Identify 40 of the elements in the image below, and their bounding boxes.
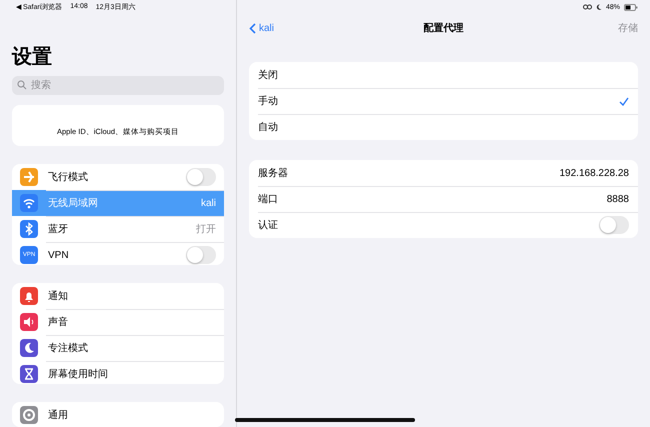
page-title: 配置代理	[424, 22, 464, 35]
option-label: 自动	[258, 121, 279, 134]
search-icon	[17, 80, 27, 90]
row-value: 打开	[196, 222, 216, 236]
row-label: 专注模式	[48, 342, 89, 355]
battery-icon	[624, 4, 638, 10]
proxy-mode-option[interactable]: 自动	[249, 114, 638, 140]
settings-row[interactable]: 通用	[12, 402, 224, 427]
field-label: 端口	[258, 192, 279, 206]
option-label: 手动	[258, 94, 279, 108]
field-label: 认证	[258, 219, 279, 232]
link-icon	[582, 4, 592, 10]
row-label: 通用	[48, 408, 69, 422]
field-label: 服务器	[258, 167, 289, 180]
toggle-switch[interactable]	[186, 246, 216, 264]
moon-icon	[596, 4, 602, 10]
row-label: 蓝牙	[48, 222, 69, 236]
back-link[interactable]: kali	[249, 22, 274, 34]
settings-row[interactable]: 声音	[12, 308, 224, 335]
option-label: 关闭	[258, 68, 279, 82]
proxy-mode-option[interactable]: 手动	[249, 88, 638, 114]
row-label: VPN	[48, 250, 70, 260]
settings-row[interactable]: 通知	[12, 282, 224, 309]
row-label: 通知	[48, 290, 69, 303]
row-label: 无线局域网	[48, 196, 99, 210]
settings-title: 设置	[12, 44, 53, 70]
row-label: 飞行模式	[48, 170, 89, 184]
settings-row[interactable]: 蓝牙 打开	[12, 216, 224, 242]
settings-row[interactable]: 飞行模式	[12, 164, 224, 190]
row-label: 声音	[48, 316, 69, 329]
field-value[interactable]: 8888	[606, 194, 629, 204]
settings-row[interactable]: 屏幕使用时间	[12, 360, 224, 384]
field-value[interactable]: 192.168.228.28	[559, 168, 629, 178]
settings-row[interactable]: 专注模式	[12, 334, 224, 361]
toggle-switch[interactable]	[599, 216, 629, 234]
row-value: kali	[200, 198, 216, 208]
toggle-switch[interactable]	[186, 168, 216, 186]
chevron-left-icon	[249, 22, 256, 34]
row-label: 屏幕使用时间	[48, 368, 109, 381]
proxy-mode-option[interactable]: 关闭	[249, 62, 638, 88]
